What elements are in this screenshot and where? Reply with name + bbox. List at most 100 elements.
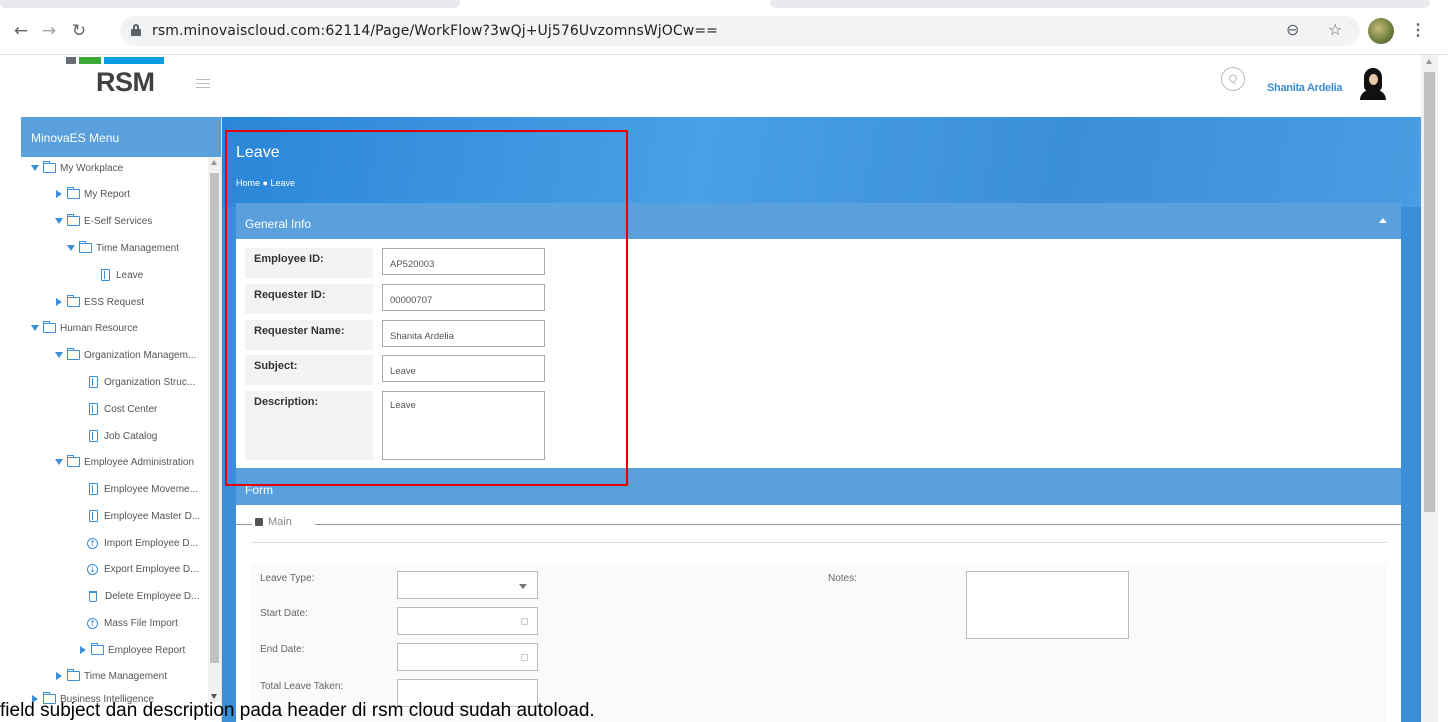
notes-textarea[interactable] bbox=[966, 571, 1129, 639]
tree-item-delete-employee-data[interactable]: Delete Employee D... bbox=[87, 587, 200, 605]
profile-avatar-icon[interactable] bbox=[1368, 18, 1394, 44]
leave-type-label: Leave Type: bbox=[260, 573, 315, 584]
rsm-logo[interactable]: RSM bbox=[66, 55, 166, 101]
tree-item-my-workplace[interactable]: My Workplace bbox=[31, 159, 123, 177]
folder-open-icon bbox=[67, 455, 80, 467]
start-date-input[interactable] bbox=[397, 607, 538, 635]
tree-item-mass-file-import[interactable]: ↑ Mass File Import bbox=[87, 614, 178, 632]
fieldset-border bbox=[236, 524, 252, 525]
collapse-icon[interactable] bbox=[56, 298, 62, 306]
expand-icon[interactable] bbox=[31, 325, 39, 331]
collapse-icon[interactable] bbox=[56, 672, 62, 680]
fieldset-border bbox=[315, 524, 1401, 525]
folder-icon bbox=[91, 643, 104, 655]
folder-open-icon bbox=[67, 214, 80, 226]
expand-icon[interactable] bbox=[31, 165, 39, 171]
tree-item-cost-center[interactable]: Cost Center bbox=[89, 400, 157, 418]
lock-icon[interactable] bbox=[131, 24, 141, 36]
expand-icon[interactable] bbox=[67, 245, 75, 251]
search-icon[interactable]: Q bbox=[1221, 67, 1245, 91]
zoom-icon[interactable]: ⊖ bbox=[1286, 20, 1299, 39]
upload-icon: ↑ bbox=[87, 617, 98, 629]
folder-open-icon bbox=[79, 241, 92, 253]
tree-item-time-management-hr[interactable]: Time Management bbox=[55, 667, 167, 685]
window-edge bbox=[1438, 55, 1448, 722]
page-icon bbox=[89, 430, 98, 442]
tree-item-time-management[interactable]: Time Management bbox=[67, 239, 179, 257]
tree-item-employee-administration[interactable]: Employee Administration bbox=[55, 453, 194, 471]
page-icon bbox=[89, 510, 98, 522]
tree-item-employee-master-data[interactable]: Employee Master D... bbox=[89, 507, 200, 525]
calendar-icon[interactable] bbox=[521, 618, 528, 625]
page-scrollbar[interactable] bbox=[1421, 55, 1438, 722]
user-avatar[interactable] bbox=[1360, 68, 1386, 100]
tree-item-job-catalog[interactable]: Job Catalog bbox=[89, 427, 157, 445]
tree-item-human-resource[interactable]: Human Resource bbox=[31, 319, 138, 337]
tree-item-export-employee-data[interactable]: ↓ Export Employee D... bbox=[87, 560, 198, 578]
scroll-up-arrow-icon[interactable] bbox=[1426, 59, 1432, 64]
scrollbar-thumb[interactable] bbox=[210, 173, 219, 663]
page-icon bbox=[89, 376, 98, 388]
divider bbox=[251, 542, 1387, 543]
hamburger-menu-icon[interactable] bbox=[196, 79, 210, 89]
forward-icon[interactable]: → bbox=[38, 20, 60, 42]
leave-type-select[interactable] bbox=[397, 571, 538, 599]
browser-toolbar: ← → ↻ rsm.minovaiscloud.com:62114/Page/W… bbox=[0, 0, 1448, 55]
fieldset-legend[interactable]: Main bbox=[255, 516, 292, 528]
tree-item-ess-request[interactable]: ESS Request bbox=[55, 293, 144, 311]
expand-icon[interactable] bbox=[55, 352, 63, 358]
trash-icon bbox=[89, 590, 97, 602]
folder-icon bbox=[67, 187, 80, 199]
tree-item-employee-report[interactable]: Employee Report bbox=[79, 641, 185, 659]
upload-icon: ↑ bbox=[87, 537, 98, 549]
sidebar-title: MinovaES Menu bbox=[21, 117, 221, 157]
start-date-label: Start Date: bbox=[260, 608, 308, 619]
scroll-down-arrow-icon[interactable] bbox=[211, 694, 217, 699]
browser-tab[interactable] bbox=[770, 0, 1430, 8]
caption-text: field subject dan description pada heade… bbox=[0, 700, 595, 721]
calendar-icon[interactable] bbox=[521, 654, 528, 661]
tree-item-import-employee-data[interactable]: ↑ Import Employee D... bbox=[87, 534, 198, 552]
back-icon[interactable]: ← bbox=[10, 20, 32, 42]
tab-strip bbox=[0, 0, 1448, 8]
end-date-label: End Date: bbox=[260, 644, 305, 655]
page-icon bbox=[89, 403, 98, 415]
page-icon bbox=[101, 269, 110, 281]
collapse-icon[interactable] bbox=[56, 190, 62, 198]
folder-icon bbox=[67, 295, 80, 307]
download-icon: ↓ bbox=[87, 563, 98, 575]
folder-open-icon bbox=[43, 161, 56, 173]
sidebar-menu: MinovaES Menu My Workplace My Report E-S… bbox=[21, 117, 222, 722]
highlight-annotation-box bbox=[225, 130, 628, 486]
expand-icon[interactable] bbox=[55, 459, 63, 465]
collapse-icon[interactable] bbox=[80, 646, 86, 654]
logo-text: RSM bbox=[96, 67, 155, 97]
scroll-up-arrow-icon[interactable] bbox=[211, 160, 217, 165]
collapse-square-icon[interactable] bbox=[255, 518, 263, 526]
tree-item-employee-movement[interactable]: Employee Moveme... bbox=[89, 480, 198, 498]
tree-item-e-self-services[interactable]: E-Self Services bbox=[55, 212, 152, 230]
expand-icon[interactable] bbox=[55, 218, 63, 224]
browser-tab[interactable] bbox=[0, 0, 460, 8]
scrollbar-thumb[interactable] bbox=[1424, 72, 1435, 512]
star-icon[interactable]: ☆ bbox=[1328, 20, 1342, 39]
form-body: Main Leave Type: Start Date: End Date: T… bbox=[236, 505, 1401, 722]
kebab-menu-icon[interactable]: ⋮ bbox=[1410, 20, 1426, 40]
collapse-caret-icon[interactable] bbox=[1379, 218, 1387, 223]
url-text[interactable]: rsm.minovaiscloud.com:62114/Page/WorkFlo… bbox=[152, 23, 718, 39]
tree-item-organization-structure[interactable]: Organization Struc... bbox=[89, 373, 195, 391]
sidebar-scrollbar[interactable] bbox=[208, 157, 221, 702]
app-header: RSM Q Shanita Ardelia bbox=[0, 55, 1421, 117]
reload-icon[interactable]: ↻ bbox=[68, 20, 90, 42]
folder-open-icon bbox=[67, 348, 80, 360]
user-name[interactable]: Shanita Ardelia bbox=[1267, 82, 1342, 94]
notes-label: Notes: bbox=[828, 573, 857, 584]
form-fields-area: Leave Type: Start Date: End Date: Total … bbox=[251, 563, 1387, 722]
tree-item-organization-management[interactable]: Organization Managem... bbox=[55, 346, 196, 364]
page-icon bbox=[89, 483, 98, 495]
dropdown-arrow-icon[interactable] bbox=[519, 584, 527, 589]
tree-item-my-report[interactable]: My Report bbox=[55, 185, 130, 203]
tree-item-leave[interactable]: Leave bbox=[101, 266, 143, 284]
end-date-input[interactable] bbox=[397, 643, 538, 671]
folder-icon bbox=[67, 669, 80, 681]
